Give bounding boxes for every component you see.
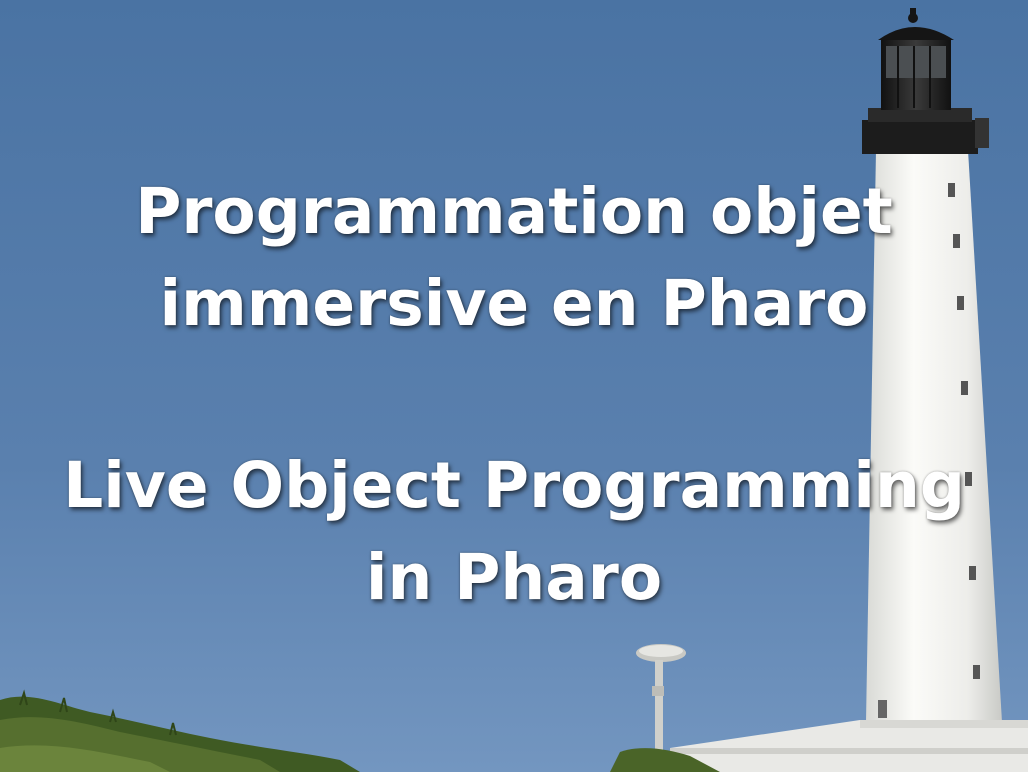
slide: Programmation objet immersive en Pharo L…: [0, 0, 1028, 772]
title-french: Programmation objet immersive en Pharo: [0, 166, 1028, 350]
title-english: Live Object Programming in Pharo: [0, 440, 1028, 624]
title-french-line-2: immersive en Pharo: [159, 267, 869, 340]
lighthouse-photo: [0, 0, 1028, 772]
title-english-line-2: in Pharo: [365, 541, 663, 614]
title-french-line-1: Programmation objet: [135, 175, 893, 248]
title-english-line-1: Live Object Programming: [63, 449, 965, 522]
